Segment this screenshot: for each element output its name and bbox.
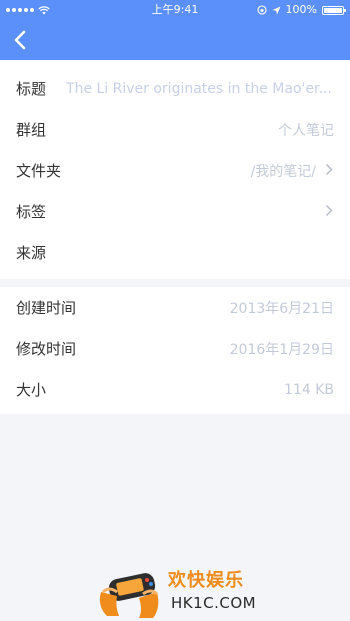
title-value: The Li River originates in the Mao'er...: [66, 80, 332, 97]
created-row: 创建时间 2013年6月21日: [0, 287, 350, 328]
source-row[interactable]: 来源: [0, 232, 350, 273]
battery-percent: 100%: [285, 3, 317, 16]
lock-rotation-icon: [256, 5, 267, 15]
nav-bar: [0, 20, 350, 60]
chevron-left-icon: [14, 30, 26, 50]
gamepad-hands-icon: [99, 573, 159, 618]
chevron-right-icon: [324, 162, 334, 180]
size-row: 大小 114 KB: [0, 369, 350, 410]
created-value: 2013年6月21日: [229, 300, 334, 317]
folder-label: 文件夹: [16, 162, 62, 180]
source-label: 来源: [16, 244, 47, 262]
group-label: 群组: [16, 121, 47, 139]
modified-value: 2016年1月29日: [229, 341, 334, 358]
location-icon: [272, 6, 281, 14]
created-label: 创建时间: [16, 299, 77, 317]
size-label: 大小: [16, 381, 47, 399]
note-properties-group: 标题 The Li River originates in the Mao'er…: [0, 60, 350, 279]
title-label: 标题: [16, 80, 47, 98]
header: 上午9:41 100%: [0, 0, 350, 60]
status-bar: 上午9:41 100%: [0, 0, 350, 20]
back-button[interactable]: [6, 26, 34, 54]
tags-label: 标签: [16, 203, 47, 221]
note-info-screen: 上午9:41 100% 标题 The Li River originates i…: [0, 0, 350, 621]
title-row[interactable]: 标题 The Li River originates in the Mao'er…: [0, 68, 350, 109]
chevron-right-icon: [324, 203, 334, 221]
status-right: 100%: [256, 0, 346, 20]
size-value: 114 KB: [284, 381, 334, 398]
battery-icon: [322, 5, 346, 15]
watermark-logo: 欢快娱乐 HK1C.COM: [95, 562, 265, 620]
group-row[interactable]: 群组 个人笔记: [0, 109, 350, 150]
folder-value: /我的笔记/: [250, 163, 316, 180]
modified-label: 修改时间: [16, 340, 77, 358]
folder-row[interactable]: 文件夹 /我的笔记/: [0, 150, 350, 191]
modified-row: 修改时间 2016年1月29日: [0, 328, 350, 369]
watermark-subtitle: HK1C.COM: [171, 594, 257, 612]
watermark-title: 欢快娱乐: [168, 570, 244, 591]
note-metadata-group: 创建时间 2013年6月21日 修改时间 2016年1月29日 大小 114 K…: [0, 287, 350, 414]
tags-row[interactable]: 标签: [0, 191, 350, 232]
group-value: 个人笔记: [278, 122, 334, 139]
